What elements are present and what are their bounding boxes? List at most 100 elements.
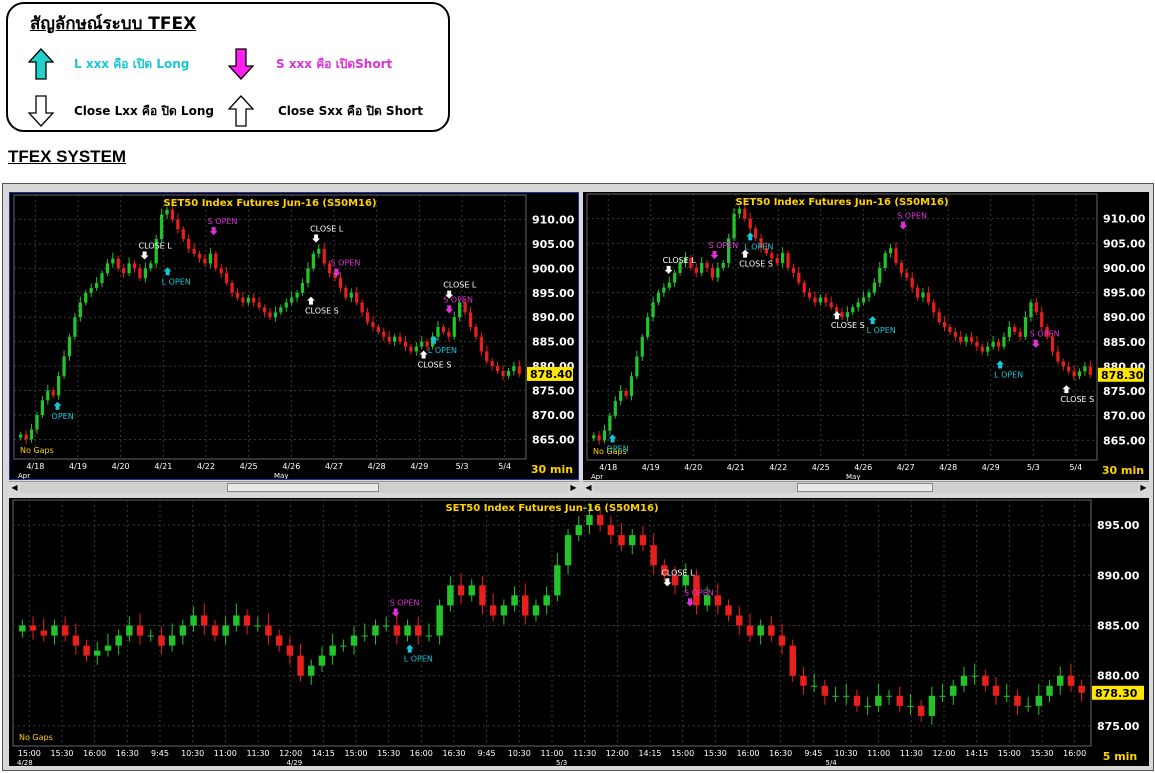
x-tick-label: 4/21 [154, 462, 172, 471]
signal-label: CLOSE S [305, 307, 339, 316]
candle-body [778, 635, 786, 646]
candle-body [896, 695, 903, 706]
y-tick-label: 875.00 [1097, 720, 1140, 733]
arrow-down-outline-icon [28, 95, 54, 127]
candle-body [640, 336, 644, 357]
arrow-up-cyan-icon [28, 48, 54, 80]
close-short-signal-arrow-icon [1062, 385, 1071, 394]
candle-body [824, 297, 828, 303]
candle-body [635, 356, 639, 377]
chart-title: SET50 Index Futures Jun-16 (S50M16) [163, 198, 376, 209]
x-tick-label: 12:00 [932, 749, 955, 758]
candle-body [1088, 366, 1092, 375]
candle-body [517, 366, 521, 374]
candle-body [781, 253, 785, 263]
signal-label: S OPEN [331, 259, 361, 268]
x-tick-label: 10:30 [181, 749, 204, 758]
candle-body [853, 695, 861, 706]
candle-body [1067, 675, 1075, 686]
candle-body [147, 635, 154, 637]
candle-body [1003, 695, 1010, 697]
close-short-signal-arrow-icon [419, 350, 428, 359]
candle-body [971, 675, 978, 677]
candle-body [268, 312, 272, 318]
signal-label: L OPEN [428, 346, 457, 355]
y-tick-label: 895.00 [1097, 519, 1140, 532]
scroll-left-arrow-icon[interactable]: ◀ [583, 482, 594, 493]
candle-body [222, 625, 229, 636]
candle-body [564, 535, 572, 566]
candle-body [318, 655, 326, 666]
candle-body [592, 435, 596, 439]
candle-body [403, 341, 408, 347]
candle-body [950, 685, 957, 696]
candle-body [725, 605, 732, 616]
scroll-thumb[interactable] [797, 483, 933, 492]
plot-area [13, 194, 527, 460]
x-tick-label: 4/22 [769, 463, 787, 472]
scroll-thumb[interactable] [227, 483, 379, 492]
candle-body [436, 327, 440, 337]
chart-panel-30min-left[interactable]: 910.00 905.00 900.00 895.00 890.00 885.00 880.… [9, 192, 579, 480]
y-tick-label: 890.00 [532, 311, 575, 324]
scrollbar-right[interactable]: ◀ ▶ [583, 481, 1149, 493]
scroll-right-arrow-icon[interactable]: ▶ [568, 482, 579, 493]
signal-label: S OPEN [684, 588, 714, 597]
candle-body [1007, 327, 1011, 337]
x-tick-label: 9:45 [151, 749, 169, 758]
candle-body [710, 267, 715, 278]
candle-body [840, 312, 844, 318]
candle-body [1040, 312, 1044, 327]
x-tick-label: 10:30 [834, 749, 857, 758]
candle-body [650, 545, 657, 566]
candle-body [775, 258, 779, 263]
y-tick-label: 885.00 [1103, 336, 1146, 349]
candle-body [992, 685, 1000, 696]
candle-body [181, 229, 185, 239]
y-tick-label: 890.00 [1103, 311, 1146, 324]
candle-body [393, 336, 397, 342]
signal-label: S OPEN [1030, 330, 1060, 339]
candle-body [662, 287, 666, 293]
candle-body [46, 390, 50, 401]
candle-body [1029, 302, 1033, 318]
candle-body [770, 253, 774, 259]
candle-body [73, 317, 77, 337]
candle-body [214, 253, 218, 269]
candle-body [158, 635, 165, 646]
candle-body [1083, 366, 1087, 372]
candle-body [608, 415, 612, 431]
candle-body [24, 434, 28, 440]
legend-title: สัญลักษณ์ระบบ TFEX [30, 14, 197, 34]
candle-body [78, 302, 82, 318]
candle-body [275, 635, 283, 646]
x-sub-label: Apr [18, 472, 30, 479]
candle-body [512, 366, 516, 371]
chart-panel-5min[interactable]: 895.00 890.00 885.00 880.00 875.00 15:00 15:30… [9, 498, 1149, 766]
signal-label: CLOSE S [831, 321, 865, 330]
chart-panel-30min-right[interactable]: 910.00 905.00 900.00 895.00 890.00 885.00 880.… [583, 192, 1149, 480]
gaps-note: No Gaps [19, 733, 53, 742]
candle-body [511, 595, 518, 606]
candle-body [602, 430, 607, 441]
x-tick-label: 11:30 [900, 749, 923, 758]
candle-body [639, 535, 647, 546]
scrollbar-left[interactable]: ◀ ▶ [9, 481, 579, 493]
candle-body [700, 262, 704, 273]
x-tick-label: 4/19 [69, 462, 87, 471]
candle-body [340, 645, 347, 647]
candle-body [953, 331, 957, 337]
scroll-right-arrow-icon[interactable]: ▶ [1138, 482, 1149, 493]
candle-body [479, 585, 486, 606]
candle-body [211, 625, 219, 636]
candle-body [975, 341, 979, 347]
candle-body [856, 302, 860, 308]
candle-body [104, 645, 112, 651]
legend-long-open: L xxx คือ เปิด Long [74, 57, 190, 71]
candle-body [230, 283, 234, 293]
candle-body [851, 307, 855, 313]
short-signal-arrow-icon [391, 608, 400, 617]
y-tick-label: 900.00 [1103, 262, 1146, 275]
candle-body [490, 361, 494, 367]
scroll-left-arrow-icon[interactable]: ◀ [9, 482, 20, 493]
